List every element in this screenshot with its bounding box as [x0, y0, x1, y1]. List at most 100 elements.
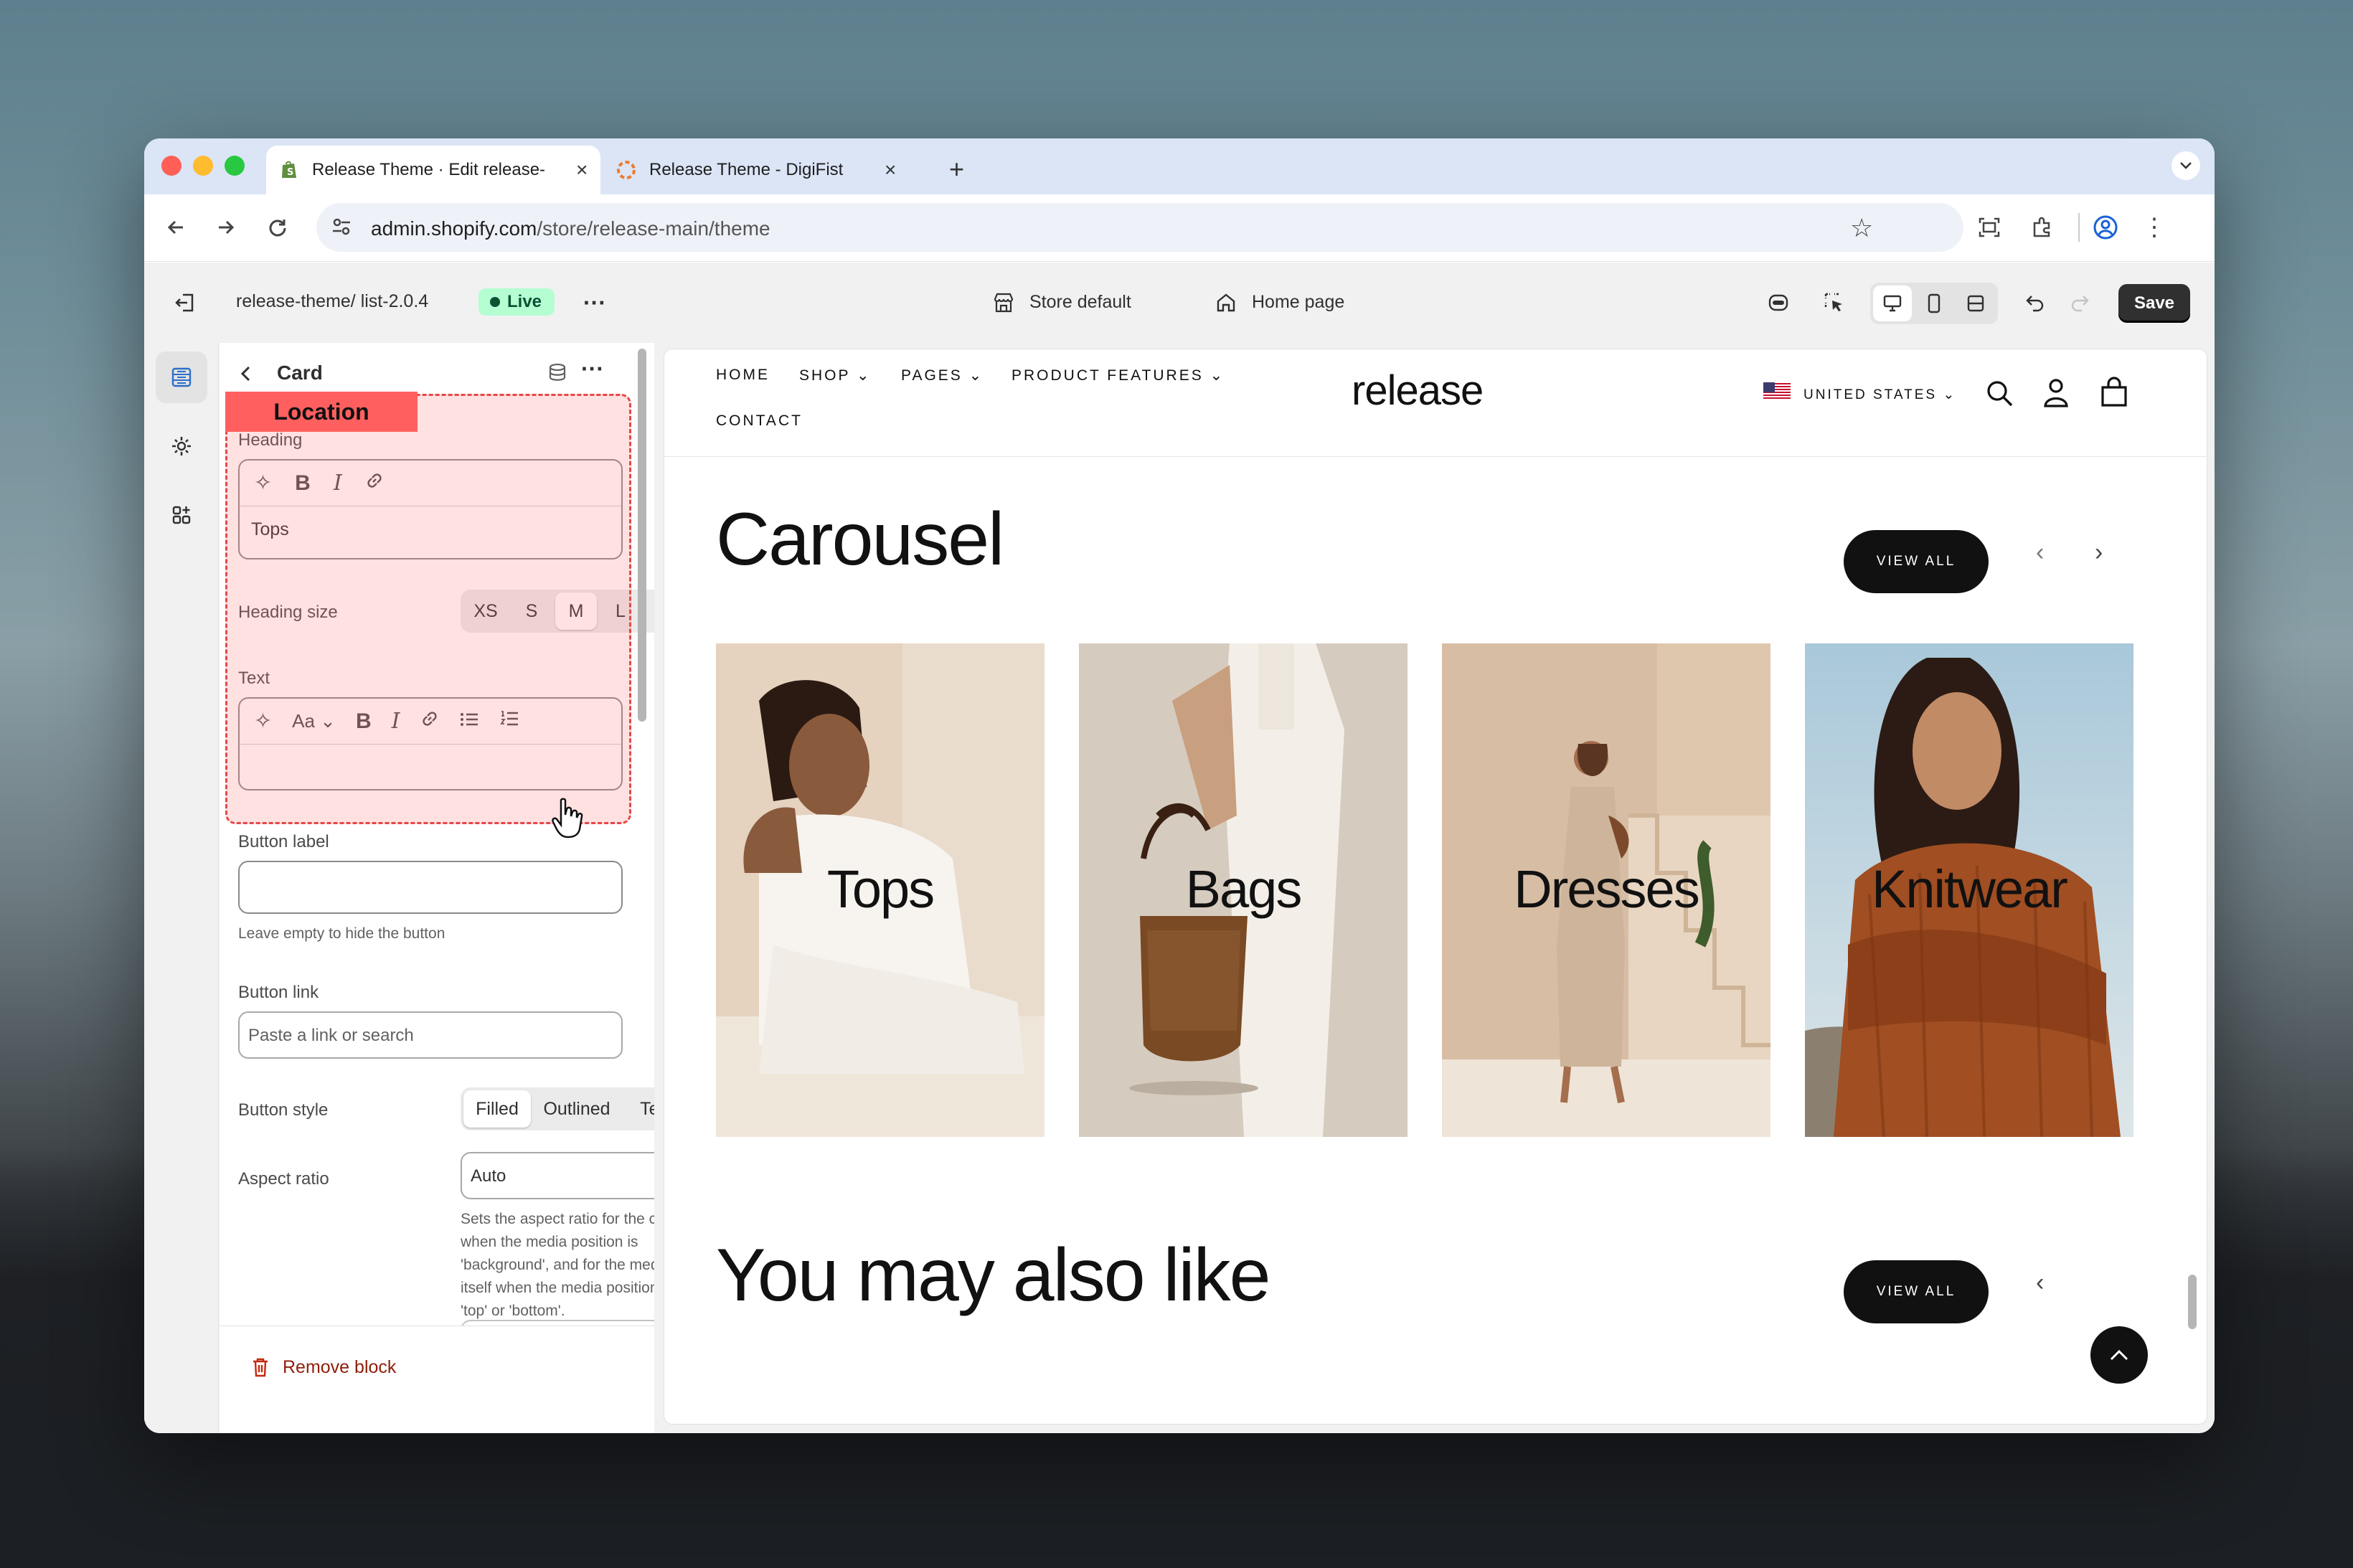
dynamic-source-icon[interactable]	[547, 362, 568, 383]
exit-editor-button[interactable]	[169, 287, 200, 318]
back-to-top-button[interactable]	[2090, 1326, 2148, 1384]
reload-button[interactable]	[259, 209, 296, 246]
close-window-button[interactable]	[161, 156, 181, 176]
sections-button[interactable]	[156, 351, 207, 403]
close-icon[interactable]: ×	[885, 159, 896, 181]
carousel-prev-arrow[interactable]: ‹	[2036, 1269, 2044, 1297]
chevron-up-icon	[2110, 1349, 2128, 1361]
undo-icon	[2026, 296, 2044, 312]
section-title-carousel: Carousel	[716, 498, 1004, 581]
nav-product-features[interactable]: PRODUCT FEATURES ⌄	[1012, 367, 1225, 384]
button-label-input[interactable]	[238, 861, 623, 914]
carousel-next-arrow[interactable]: ›	[2095, 539, 2103, 567]
carousel-card-knitwear[interactable]: Knitwear	[1805, 643, 2133, 1137]
site-settings-icon[interactable]	[331, 216, 352, 241]
arrow-right-icon	[219, 220, 235, 235]
new-tab-button[interactable]: +	[949, 154, 964, 184]
carousel-card-bags[interactable]: Bags	[1079, 643, 1407, 1137]
editor-sidebar-rail	[144, 343, 219, 1433]
bookmark-star-icon[interactable]: ☆	[1850, 213, 1873, 243]
carousel-prev-arrow[interactable]: ‹	[2036, 539, 2044, 567]
sidekick-icon	[1768, 294, 1788, 311]
nav-shop[interactable]: SHOP ⌄	[799, 367, 872, 384]
style-option-text[interactable]: Text	[623, 1090, 654, 1128]
ai-sidekick-button[interactable]	[1763, 287, 1794, 318]
tab-strip: S Release Theme · Edit release- × Releas…	[144, 138, 2215, 194]
card-label: Tops	[826, 859, 935, 919]
nav-contact[interactable]: CONTACT	[716, 412, 803, 430]
exit-icon	[175, 293, 194, 312]
store-header: HOME SHOP ⌄ PAGES ⌄ PRODUCT FEATURES ⌄ C…	[664, 349, 2207, 457]
nav-home[interactable]: HOME	[716, 367, 770, 384]
redo-button[interactable]	[2064, 287, 2095, 318]
cart-icon[interactable]	[2099, 377, 2129, 408]
puzzle-icon	[2033, 217, 2050, 237]
card-label: Dresses	[1514, 859, 1699, 919]
page-selector[interactable]: Home page	[1252, 292, 1344, 313]
url-text: admin.shopify.com/store/release-main/the…	[371, 217, 770, 240]
nav-pages-label: PAGES	[901, 367, 963, 384]
nav-pages[interactable]: PAGES ⌄	[901, 367, 984, 384]
view-all-button[interactable]: VIEW ALL	[1844, 1260, 1989, 1323]
panel-scrollbar[interactable]	[638, 349, 646, 722]
chevron-left-icon	[240, 366, 250, 382]
extensions-button[interactable]	[2024, 209, 2061, 246]
back-button[interactable]	[157, 209, 194, 246]
button-link-placeholder: Paste a link or search	[248, 1026, 414, 1045]
address-bar[interactable]: admin.shopify.com/store/release-main/the…	[316, 203, 1963, 252]
screenshot-button[interactable]	[1971, 209, 2008, 246]
carousel-card-tops[interactable]: Tops	[716, 643, 1045, 1137]
fullscreen-view-button[interactable]	[1956, 285, 1995, 321]
apps-button[interactable]	[156, 489, 207, 541]
chevron-down-icon: ⌄	[856, 367, 872, 384]
save-button[interactable]: Save	[2118, 284, 2190, 323]
menu-kebab-icon[interactable]: ⋮	[2136, 209, 2173, 246]
aspect-ratio-value: Auto	[471, 1166, 506, 1186]
expand-icon	[1967, 295, 1984, 312]
tab-digifist[interactable]: Release Theme - DigiFist ×	[603, 146, 912, 194]
undo-button[interactable]	[2019, 287, 2051, 318]
hand-cursor-icon	[551, 798, 584, 843]
account-icon[interactable]	[2042, 377, 2070, 408]
panel-title: Card	[277, 362, 323, 384]
arrow-left-icon	[167, 220, 183, 235]
profile-button[interactable]	[2087, 209, 2124, 246]
mobile-view-button[interactable]	[1915, 285, 1953, 321]
back-button[interactable]	[238, 364, 254, 387]
theme-name[interactable]: release-theme/ list-2.0.4	[236, 291, 428, 312]
tab-search-button[interactable]	[2172, 151, 2200, 180]
maximize-window-button[interactable]	[225, 156, 245, 176]
gear-icon	[172, 437, 191, 455]
desktop-icon	[1883, 295, 1902, 312]
theme-settings-button[interactable]	[156, 420, 207, 472]
country-label: UNITED STATES	[1803, 387, 1938, 402]
country-selector[interactable]: UNITED STATES ⌄	[1803, 387, 1956, 403]
minimize-window-button[interactable]	[193, 156, 213, 176]
close-icon[interactable]: ×	[576, 159, 588, 181]
aspect-ratio-select[interactable]: Auto	[461, 1152, 654, 1199]
inspector-button[interactable]	[1819, 287, 1850, 318]
button-style-label: Button style	[238, 1100, 329, 1120]
style-option-outlined[interactable]: Outlined	[532, 1090, 621, 1128]
more-options-button[interactable]: ···	[581, 356, 604, 382]
button-link-input[interactable]: Paste a link or search	[238, 1011, 623, 1059]
remove-block-button[interactable]: Remove block	[251, 1356, 396, 1378]
view-all-button[interactable]: VIEW ALL	[1844, 530, 1989, 593]
chevron-down-icon: ⌄	[1943, 387, 1957, 402]
store-logo[interactable]: release	[1352, 367, 1484, 415]
preview-scrollbar[interactable]	[2188, 1275, 2197, 1329]
live-label: Live	[507, 292, 542, 311]
desktop-view-button[interactable]	[1873, 285, 1912, 321]
tab-release-theme-editor[interactable]: S Release Theme · Edit release- ×	[266, 146, 600, 194]
toolbar-divider	[2078, 213, 2080, 242]
chevron-down-icon: ⌄	[1209, 367, 1225, 384]
aspect-ratio-hint: Sets the aspect ratio for the card when …	[461, 1211, 654, 1319]
store-selector[interactable]: Store default	[1029, 292, 1131, 313]
live-badge: Live	[478, 288, 555, 316]
search-icon[interactable]	[1984, 378, 2014, 408]
apps-icon	[172, 506, 191, 524]
style-option-filled[interactable]: Filled	[463, 1090, 531, 1128]
forward-button[interactable]	[207, 209, 245, 246]
carousel-card-dresses[interactable]: Dresses	[1442, 643, 1770, 1137]
more-actions-button[interactable]: ···	[579, 287, 610, 318]
